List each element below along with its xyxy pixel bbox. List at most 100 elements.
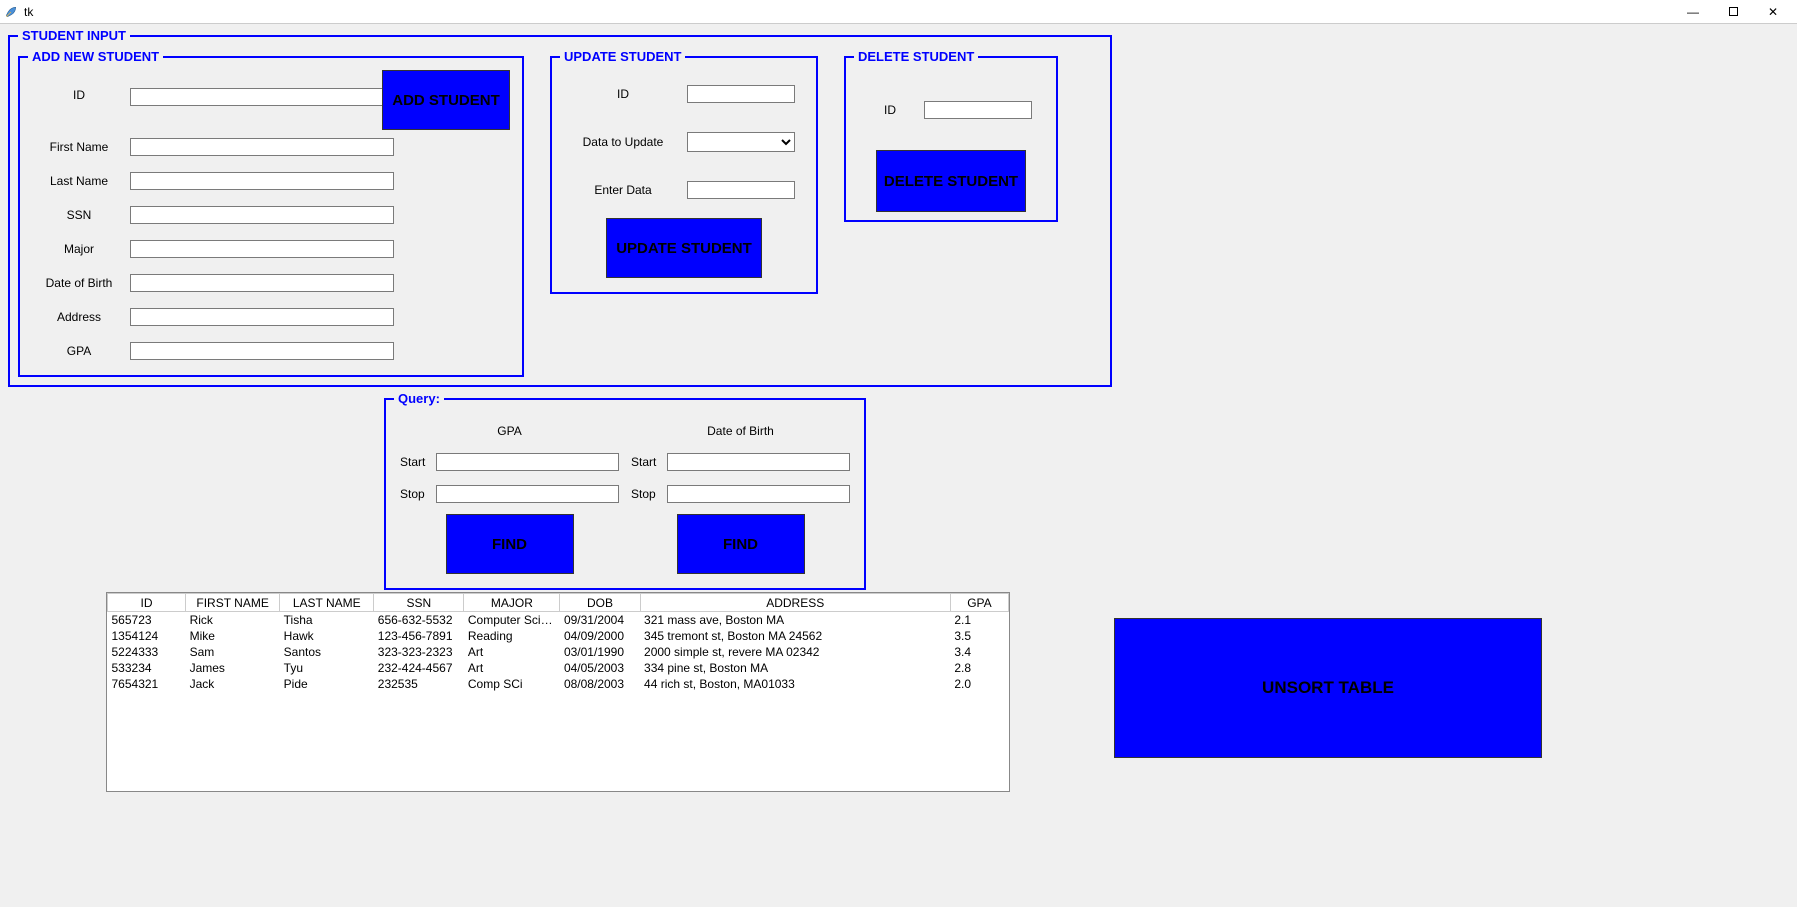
- table-row[interactable]: 5224333SamSantos323-323-2323Art03/01/199…: [108, 644, 1009, 660]
- add-new-student-group: ADD NEW STUDENT ID ADD STUDENT First Nam…: [18, 49, 524, 377]
- table-cell: Reading: [464, 628, 560, 644]
- table-cell: 1354124: [108, 628, 186, 644]
- table-cell: 44 rich st, Boston, MA01033: [640, 676, 950, 692]
- table-cell: 323-323-2323: [374, 644, 464, 660]
- table-cell: 08/08/2003: [560, 676, 640, 692]
- table-cell: 04/05/2003: [560, 660, 640, 676]
- table-cell: Sam: [186, 644, 280, 660]
- last-name-label: Last Name: [28, 174, 130, 188]
- query-legend: Query:: [394, 391, 444, 406]
- dob-input[interactable]: [130, 274, 394, 292]
- id-label: ID: [28, 88, 130, 102]
- table-cell: 2.0: [950, 676, 1008, 692]
- query-dob-head: Date of Birth: [631, 416, 850, 446]
- first-name-label: First Name: [28, 140, 130, 154]
- dob-stop-input[interactable]: [667, 485, 850, 503]
- table-cell: Art: [464, 660, 560, 676]
- table-cell: Pide: [280, 676, 374, 692]
- table-row[interactable]: 1354124MikeHawk123-456-7891Reading04/09/…: [108, 628, 1009, 644]
- title-bar: tk — ✕: [0, 0, 1797, 24]
- table-cell: 2.1: [950, 612, 1008, 629]
- table-header-address[interactable]: ADDRESS: [640, 594, 950, 612]
- table-cell: 533234: [108, 660, 186, 676]
- gpa-start-input[interactable]: [436, 453, 619, 471]
- table-cell: Comp SCi: [464, 676, 560, 692]
- update-student-group: UPDATE STUDENT ID Data to Update Enter D…: [550, 49, 818, 294]
- table-header-major[interactable]: MAJOR: [464, 594, 560, 612]
- update-legend: UPDATE STUDENT: [560, 49, 685, 64]
- last-name-input[interactable]: [130, 172, 394, 190]
- table-cell: 123-456-7891: [374, 628, 464, 644]
- update-student-button[interactable]: UPDATE STUDENT: [606, 218, 762, 278]
- table-cell: Art: [464, 644, 560, 660]
- first-name-input[interactable]: [130, 138, 394, 156]
- dob-find-button[interactable]: FIND: [677, 514, 805, 574]
- table-header-last-name[interactable]: LAST NAME: [280, 594, 374, 612]
- table-cell: 2.8: [950, 660, 1008, 676]
- table-cell: Mike: [186, 628, 280, 644]
- maximize-button[interactable]: [1713, 0, 1753, 24]
- table-cell: 09/31/2004: [560, 612, 640, 629]
- table-cell: 3.5: [950, 628, 1008, 644]
- table-cell: 656-632-5532: [374, 612, 464, 629]
- unsort-table-button[interactable]: UNSORT TABLE: [1114, 618, 1542, 758]
- gpa-input[interactable]: [130, 342, 394, 360]
- close-button[interactable]: ✕: [1753, 0, 1793, 24]
- student-input-legend: STUDENT INPUT: [18, 28, 130, 43]
- table-header-first-name[interactable]: FIRST NAME: [186, 594, 280, 612]
- gpa-stop-label: Stop: [400, 487, 430, 501]
- table-cell: 565723: [108, 612, 186, 629]
- dob-start-input[interactable]: [667, 453, 850, 471]
- table-cell: 321 mass ave, Boston MA: [640, 612, 950, 629]
- add-student-button[interactable]: ADD STUDENT: [382, 70, 510, 130]
- delete-student-button[interactable]: DELETE STUDENT: [876, 150, 1026, 212]
- table-cell: Tyu: [280, 660, 374, 676]
- address-input[interactable]: [130, 308, 394, 326]
- id-input[interactable]: [130, 88, 394, 106]
- window-title: tk: [24, 5, 33, 19]
- update-id-label: ID: [573, 87, 673, 101]
- app-feather-icon: [4, 5, 18, 19]
- table-cell: 232-424-4567: [374, 660, 464, 676]
- minimize-button[interactable]: —: [1673, 0, 1713, 24]
- table-cell: Hawk: [280, 628, 374, 644]
- gpa-start-label: Start: [400, 455, 430, 469]
- table-cell: 334 pine st, Boston MA: [640, 660, 950, 676]
- table-cell: 232535: [374, 676, 464, 692]
- dob-label: Date of Birth: [28, 276, 130, 290]
- table-header-gpa[interactable]: GPA: [950, 594, 1008, 612]
- table-cell: 3.4: [950, 644, 1008, 660]
- enter-data-label: Enter Data: [573, 183, 673, 197]
- table-row[interactable]: 565723RickTisha656-632-5532Computer Scie…: [108, 612, 1009, 629]
- gpa-label: GPA: [28, 344, 130, 358]
- major-input[interactable]: [130, 240, 394, 258]
- query-group: Query: GPA Start Stop FIND Date of Birth…: [384, 391, 866, 590]
- table-header-ssn[interactable]: SSN: [374, 594, 464, 612]
- table-cell: Rick: [186, 612, 280, 629]
- students-table[interactable]: IDFIRST NAMELAST NAMESSNMAJORDOBADDRESSG…: [106, 592, 1010, 792]
- ssn-input[interactable]: [130, 206, 394, 224]
- table-cell: 03/01/1990: [560, 644, 640, 660]
- table-cell: Jack: [186, 676, 280, 692]
- gpa-stop-input[interactable]: [436, 485, 619, 503]
- table-header-dob[interactable]: DOB: [560, 594, 640, 612]
- delete-student-group: DELETE STUDENT ID DELETE STUDENT: [844, 49, 1058, 222]
- enter-data-input[interactable]: [687, 181, 795, 199]
- table-cell: 5224333: [108, 644, 186, 660]
- table-cell: 04/09/2000: [560, 628, 640, 644]
- table-row[interactable]: 7654321JackPide232535Comp SCi08/08/20034…: [108, 676, 1009, 692]
- table-cell: Computer Science: [464, 612, 560, 629]
- gpa-find-button[interactable]: FIND: [446, 514, 574, 574]
- major-label: Major: [28, 242, 130, 256]
- delete-legend: DELETE STUDENT: [854, 49, 978, 64]
- delete-id-label: ID: [870, 103, 910, 117]
- table-cell: Tisha: [280, 612, 374, 629]
- data-to-update-select[interactable]: [687, 132, 795, 152]
- table-row[interactable]: 533234JamesTyu232-424-4567Art04/05/20033…: [108, 660, 1009, 676]
- student-input-group: STUDENT INPUT ADD NEW STUDENT ID ADD STU…: [8, 28, 1112, 387]
- update-id-input[interactable]: [687, 85, 795, 103]
- delete-id-input[interactable]: [924, 101, 1032, 119]
- table-header-id[interactable]: ID: [108, 594, 186, 612]
- table-cell: Santos: [280, 644, 374, 660]
- data-to-update-label: Data to Update: [573, 135, 673, 149]
